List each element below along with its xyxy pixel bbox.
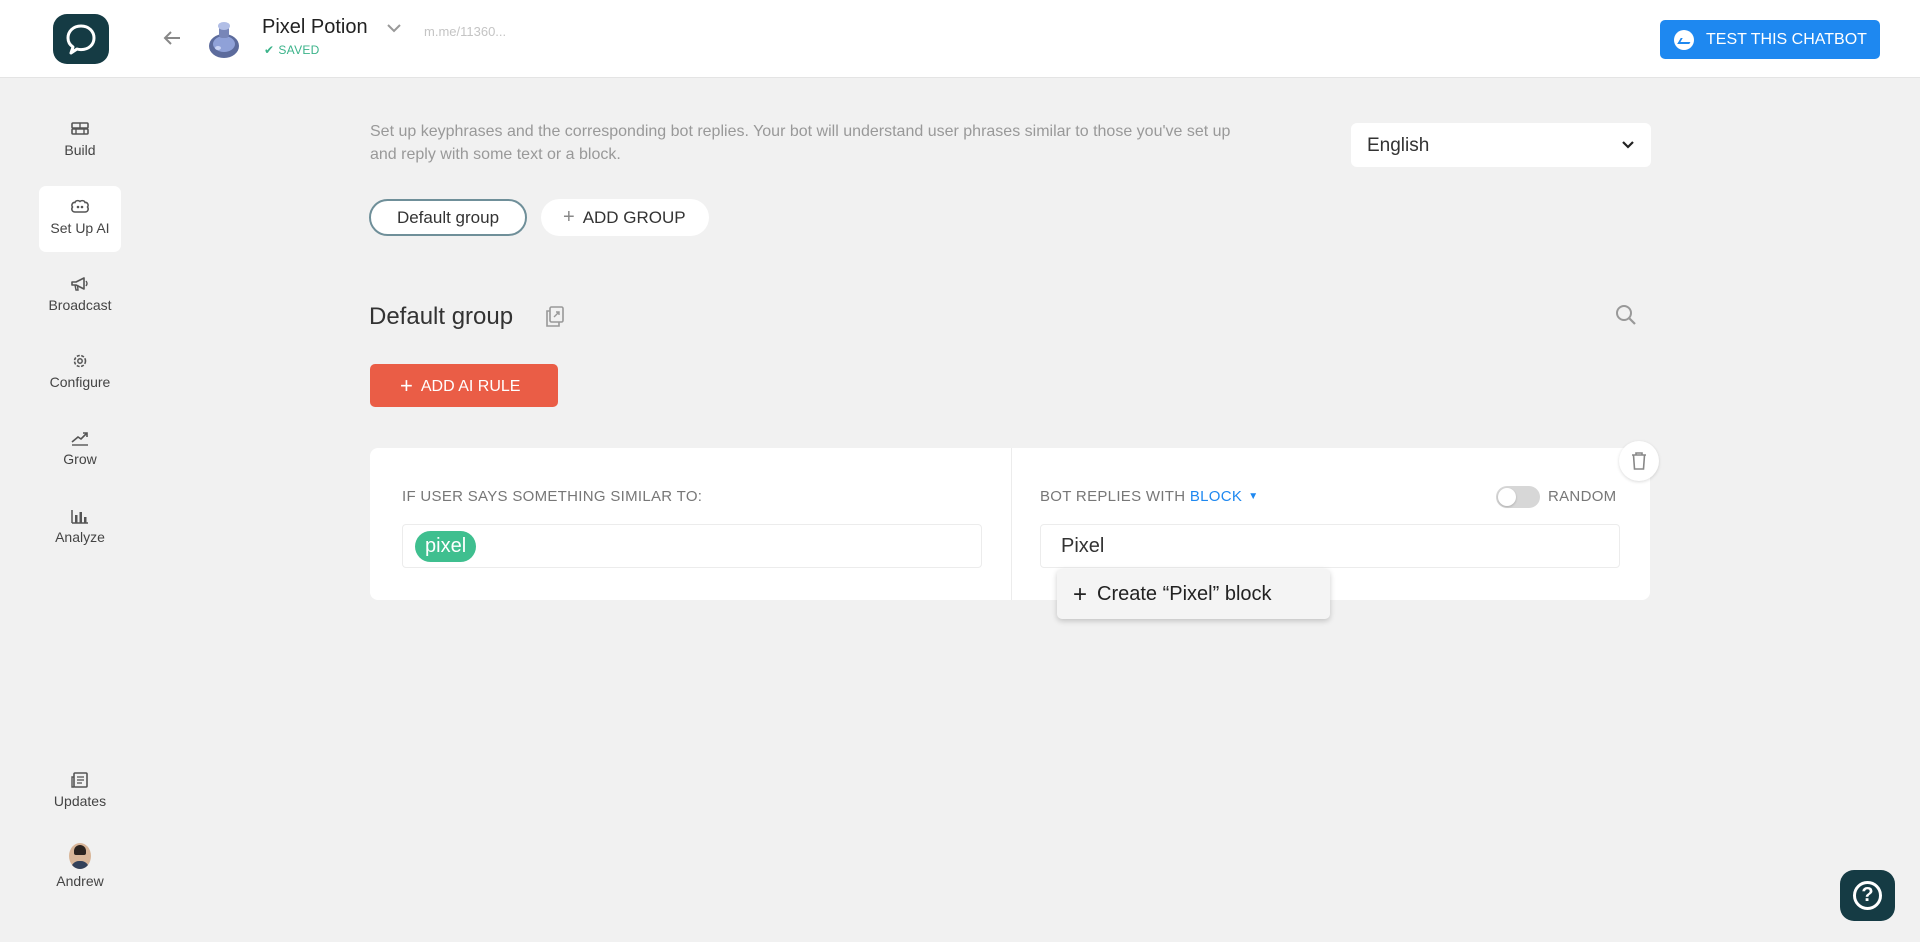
bar-chart-icon (71, 510, 88, 524)
reply-block-input[interactable]: Pixel (1040, 524, 1620, 568)
plus-icon: + (1073, 581, 1088, 608)
app-logo[interactable] (53, 14, 109, 64)
sidebar-item-label: Broadcast (48, 297, 112, 313)
bricks-icon (71, 122, 89, 135)
page-description: Set up keyphrases and the corresponding … (370, 123, 1231, 163)
add-group-button[interactable]: + ADD GROUP (541, 199, 709, 236)
ai-rule-card: IF USER SAYS SOMETHING SIMILAR TO: pixel… (370, 448, 1650, 600)
add-group-label: ADD GROUP (582, 208, 686, 227)
sidebar-item-updates[interactable]: Updates (39, 759, 121, 825)
language-select[interactable]: English (1351, 123, 1651, 167)
updates-icon (71, 772, 88, 788)
bot-link[interactable]: m.me/11360... (424, 24, 506, 39)
sidebar-item-label: Configure (49, 374, 111, 390)
chevron-down-icon[interactable] (386, 22, 402, 34)
question-icon: ? (1853, 881, 1882, 910)
sidebar-item-analyze[interactable]: Analyze (39, 495, 121, 561)
brain-icon (71, 199, 89, 213)
sidebar: Build Set Up AI Broadcast Configure Grow (0, 79, 121, 942)
add-ai-rule-label: ADD AI RULE (420, 378, 521, 395)
create-block-label: Create “Pixel” block (1097, 583, 1272, 605)
sidebar-item-user[interactable]: Andrew (39, 835, 121, 901)
caret-down-icon[interactable]: ▼ (1248, 491, 1258, 502)
saved-status: ✔ SAVED (264, 43, 320, 57)
reply-mode-dropdown[interactable]: BLOCK (1190, 488, 1242, 505)
saved-label: SAVED (278, 43, 320, 57)
user-avatar (69, 843, 91, 869)
sidebar-item-set-up-ai[interactable]: Set Up AI (39, 186, 121, 252)
bot-replies-label: BOT REPLIES WITH BLOCK ▼ (1040, 488, 1258, 505)
user-says-label: IF USER SAYS SOMETHING SIMILAR TO: (402, 488, 703, 505)
sidebar-item-label: Grow (63, 451, 97, 467)
search-icon[interactable] (1614, 303, 1638, 327)
back-arrow-icon[interactable] (158, 24, 186, 52)
group-title: Default group (369, 303, 514, 330)
sidebar-item-label: Analyze (55, 529, 105, 545)
add-ai-rule-button[interactable]: + ADD AI RULE (370, 364, 558, 407)
group-tab-default[interactable]: Default group (369, 199, 527, 236)
plus-icon: + (563, 206, 575, 228)
sidebar-item-grow[interactable]: Grow (39, 417, 121, 483)
bot-name[interactable]: Pixel Potion (262, 16, 368, 39)
plus-icon: + (400, 373, 413, 398)
keyphrase-input[interactable]: pixel (402, 524, 982, 568)
random-toggle[interactable] (1496, 486, 1540, 508)
top-header: Pixel Potion ✔ SAVED m.me/11360... TEST T… (0, 0, 1920, 78)
rule-divider (1011, 448, 1012, 600)
keyphrase-tag[interactable]: pixel (415, 531, 477, 562)
delete-rule-button[interactable] (1619, 441, 1659, 481)
chevron-down-icon (1622, 141, 1634, 149)
trash-icon (1632, 452, 1646, 470)
test-chatbot-button[interactable]: TEST THIS CHATBOT (1660, 20, 1880, 59)
chat-bubble-icon (66, 24, 96, 55)
sidebar-item-label: Updates (53, 793, 107, 809)
sidebar-item-label: Set Up AI (50, 220, 110, 236)
sidebar-item-configure[interactable]: Configure (39, 340, 121, 406)
check-icon: ✔ (264, 43, 275, 57)
bot-avatar (209, 22, 239, 58)
random-label: RANDOM (1548, 488, 1617, 505)
language-value: English (1367, 135, 1430, 156)
sidebar-item-broadcast[interactable]: Broadcast (39, 263, 121, 329)
megaphone-icon (71, 277, 88, 291)
sidebar-item-label: Build (64, 142, 96, 158)
create-block-option[interactable]: + Create “Pixel” block (1057, 569, 1330, 619)
sidebar-item-build[interactable]: Build (39, 108, 121, 174)
copy-icon[interactable] (544, 305, 566, 329)
gear-icon (73, 354, 87, 368)
bot-replies-prefix: BOT REPLIES WITH (1040, 488, 1186, 505)
sidebar-item-label: Andrew (56, 873, 104, 889)
messenger-icon (1674, 29, 1694, 50)
help-button[interactable]: ? (1840, 870, 1895, 921)
test-chatbot-label: TEST THIS CHATBOT (1706, 30, 1867, 48)
growth-arrow-icon (71, 432, 88, 446)
